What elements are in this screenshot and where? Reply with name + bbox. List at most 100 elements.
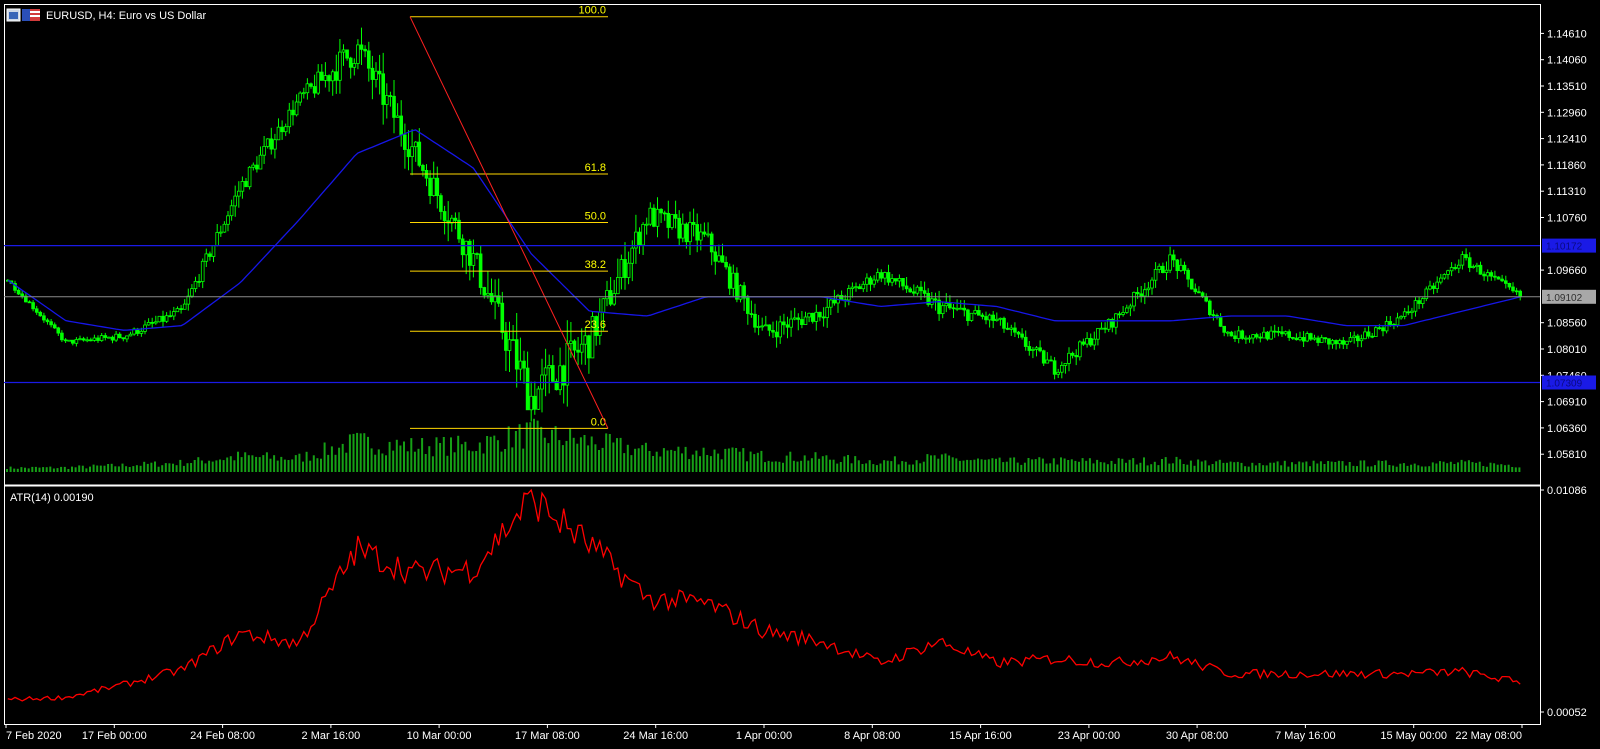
price-tick-label: 1.10760 bbox=[1547, 213, 1587, 225]
volume-bar bbox=[157, 466, 160, 472]
candle-body bbox=[973, 310, 977, 314]
candle-body bbox=[897, 277, 902, 282]
candle-body bbox=[1013, 327, 1017, 333]
candle-body bbox=[825, 306, 829, 318]
volume-bar bbox=[1027, 458, 1030, 472]
candle-body bbox=[774, 331, 779, 338]
time-tick-label: 15 May 00:00 bbox=[1380, 730, 1447, 742]
candle-body bbox=[402, 134, 407, 150]
volume-bar bbox=[439, 443, 442, 472]
volume-bar bbox=[52, 468, 55, 472]
candle-body bbox=[1233, 335, 1237, 339]
volume-bar bbox=[951, 457, 954, 472]
candle-body bbox=[269, 138, 274, 150]
volume-bar bbox=[1009, 457, 1012, 472]
time-tick-label: 30 Apr 08:00 bbox=[1166, 730, 1228, 742]
candle-body bbox=[421, 164, 425, 171]
candle-body bbox=[31, 302, 35, 310]
volume-bar bbox=[1489, 462, 1492, 472]
candle-body bbox=[431, 177, 436, 196]
volume-bar bbox=[27, 468, 30, 472]
volume-bar bbox=[1229, 461, 1232, 472]
candle-body bbox=[746, 297, 750, 314]
volume-bar bbox=[565, 440, 568, 472]
volume-bar bbox=[1013, 457, 1016, 472]
candle-body bbox=[435, 177, 440, 196]
volume-bar bbox=[471, 451, 474, 472]
candle-body bbox=[691, 221, 696, 225]
volume-bar bbox=[1052, 458, 1055, 472]
price-tick-label: 1.06910 bbox=[1547, 397, 1587, 409]
candle-body bbox=[1161, 265, 1165, 273]
candle-body bbox=[940, 305, 945, 315]
volume-bar bbox=[854, 456, 857, 472]
volume-bar bbox=[937, 458, 940, 472]
volume-bar bbox=[969, 460, 972, 472]
candle-body bbox=[1366, 331, 1371, 337]
volume-bar bbox=[1099, 462, 1102, 472]
candle-body bbox=[442, 211, 447, 222]
candle-body bbox=[1186, 269, 1190, 280]
candle-body bbox=[1276, 330, 1281, 333]
candle-body bbox=[731, 272, 736, 289]
volume-bar bbox=[1218, 459, 1221, 472]
volume-bar bbox=[450, 437, 452, 472]
candle-body bbox=[919, 286, 923, 292]
volume-bar bbox=[175, 465, 178, 472]
candle-body bbox=[666, 212, 671, 228]
candle-body bbox=[1002, 317, 1006, 329]
candle-body bbox=[1045, 359, 1050, 364]
volume-bar bbox=[107, 464, 110, 472]
volume-bar bbox=[237, 451, 239, 472]
candle-body bbox=[164, 315, 169, 322]
candle-body bbox=[673, 214, 678, 219]
volume-bar bbox=[89, 466, 91, 472]
volume-bar bbox=[1478, 461, 1481, 472]
volume-bar bbox=[132, 466, 135, 472]
volume-bar bbox=[1114, 463, 1117, 472]
candle-body bbox=[551, 365, 555, 382]
candle-body bbox=[1096, 328, 1100, 340]
candle-body bbox=[901, 277, 905, 287]
volume-bar bbox=[1471, 462, 1474, 472]
volume-bar bbox=[334, 454, 337, 472]
candle-body bbox=[125, 335, 129, 340]
candle-body bbox=[760, 325, 764, 328]
volume-bar bbox=[475, 451, 478, 472]
candle-body bbox=[301, 92, 306, 95]
volume-bar bbox=[908, 464, 911, 472]
candle-body bbox=[20, 293, 24, 297]
candle-body bbox=[742, 285, 746, 299]
volume-bar bbox=[727, 448, 730, 472]
volume-bar bbox=[1132, 458, 1135, 472]
candle-body bbox=[363, 48, 367, 52]
volume-bar bbox=[691, 454, 694, 472]
volume-bar bbox=[103, 465, 106, 472]
chart-canvas[interactable]: EURUSD, H4: Euro vs US Dollar ATR(14) 0.… bbox=[0, 0, 1600, 744]
volume-bar bbox=[1475, 462, 1478, 472]
volume-bar bbox=[1208, 465, 1210, 472]
volume-bar bbox=[1016, 462, 1019, 472]
candle-body bbox=[356, 44, 360, 64]
volume-bar bbox=[31, 466, 34, 472]
candle-body bbox=[370, 67, 375, 80]
candle-body bbox=[1514, 290, 1519, 293]
candle-body bbox=[572, 340, 577, 351]
volume-bar bbox=[561, 445, 564, 472]
window-icons[interactable] bbox=[6, 8, 40, 22]
volume-bar bbox=[886, 460, 889, 472]
chart-window[interactable]: EURUSD, H4: Euro vs US Dollar ATR(14) 0.… bbox=[0, 0, 1600, 744]
volume-bar bbox=[1150, 464, 1153, 472]
candle-body bbox=[175, 308, 180, 313]
volume-bar bbox=[1023, 462, 1026, 472]
volume-bar bbox=[1081, 458, 1084, 472]
candle-body bbox=[27, 301, 32, 304]
volume-bar bbox=[67, 469, 70, 472]
candle-body bbox=[908, 288, 912, 293]
window-restore-icon[interactable] bbox=[6, 8, 21, 22]
volume-bar bbox=[749, 451, 752, 472]
candle-body bbox=[1099, 327, 1104, 330]
candle-body bbox=[677, 217, 681, 239]
candle-body bbox=[699, 231, 703, 241]
volume-bar bbox=[1121, 458, 1124, 472]
